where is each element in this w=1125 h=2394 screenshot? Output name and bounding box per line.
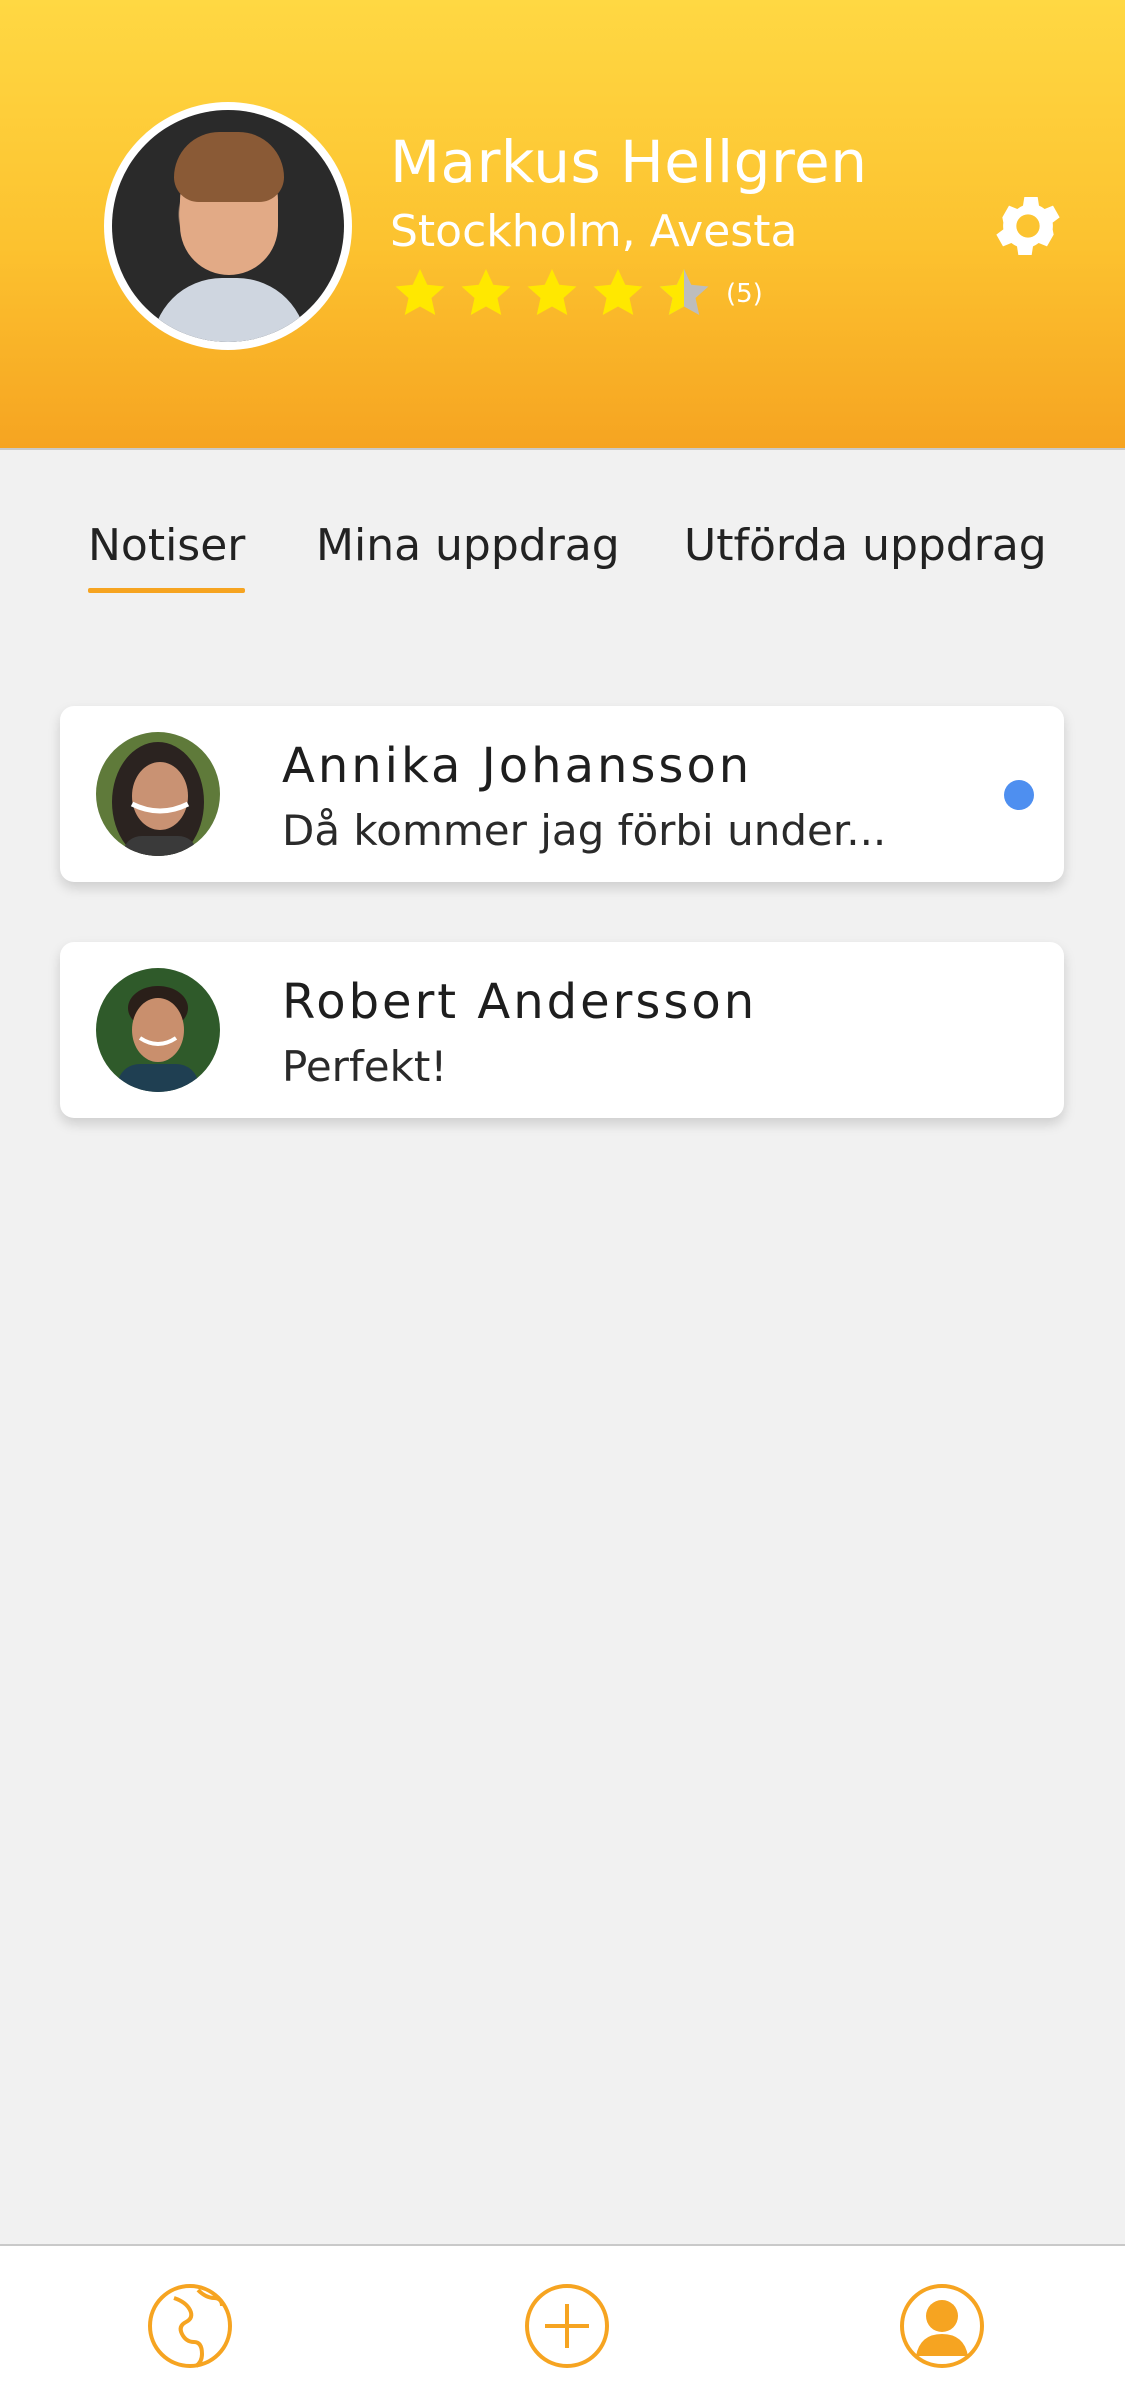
plus-circle-icon[interactable] <box>523 2282 611 2370</box>
profile-location: Stockholm, Avesta <box>390 206 798 257</box>
profile-name: Markus Hellgren <box>390 128 868 196</box>
star-icon <box>395 269 445 315</box>
sender-name: Annika Johansson <box>282 738 753 794</box>
app-screen: Markus Hellgren Stockholm, Avesta (5) No… <box>0 0 1125 2394</box>
tab-utforda-uppdrag[interactable]: Utförda uppdrag <box>684 520 1047 571</box>
notification-item[interactable]: Robert Andersson Perfekt! <box>60 942 1064 1118</box>
sender-name: Robert Andersson <box>282 974 758 1030</box>
avatar <box>96 968 220 1092</box>
profile-photo <box>112 110 344 342</box>
rating: (5) <box>390 264 763 324</box>
tab-mina-uppdrag[interactable]: Mina uppdrag <box>316 520 620 571</box>
star-icon <box>461 269 511 315</box>
star-icon <box>527 269 577 315</box>
gear-icon[interactable] <box>988 186 1068 266</box>
globe-icon[interactable] <box>146 2282 234 2370</box>
profile-header: Markus Hellgren Stockholm, Avesta (5) <box>0 0 1125 450</box>
star-half-icon <box>659 269 709 315</box>
avatar[interactable] <box>104 102 352 350</box>
unread-indicator <box>1004 780 1034 810</box>
user-icon[interactable] <box>898 2282 986 2370</box>
star-icon <box>593 269 643 315</box>
rating-count: (5) <box>726 279 763 309</box>
message-preview: Då kommer jag förbi under... <box>282 806 887 855</box>
avatar <box>96 732 220 856</box>
tab-notiser[interactable]: Notiser <box>88 520 246 593</box>
bottom-nav <box>0 2244 1125 2394</box>
tab-bar: Notiser Mina uppdrag Utförda uppdrag <box>0 520 1125 600</box>
message-preview: Perfekt! <box>282 1042 448 1091</box>
notification-item[interactable]: Annika Johansson Då kommer jag förbi und… <box>60 706 1064 882</box>
